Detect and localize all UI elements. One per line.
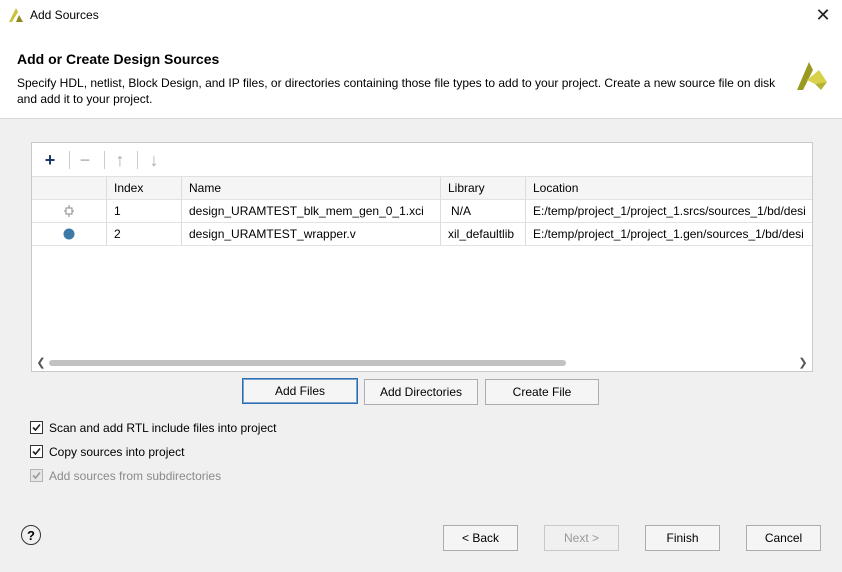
row-location: E:/temp/project_1/project_1.gen/sources_… [533, 227, 804, 241]
add-directories-button[interactable]: Add Directories [364, 379, 478, 405]
row-icon-cell [32, 223, 107, 245]
toolbar-separator [69, 151, 70, 169]
checkmark-icon [32, 447, 41, 456]
checkmark-icon [32, 423, 41, 432]
scroll-left-icon[interactable]: ❮ [34, 356, 48, 370]
vivado-logo-icon [797, 62, 827, 90]
row-icon-cell [32, 200, 107, 222]
row-index: 2 [107, 223, 182, 245]
sources-table-panel: + − ↑ ↓ Index Name Library Location 1 de… [31, 142, 813, 372]
row-index: 1 [107, 200, 182, 222]
toolbar-separator [104, 151, 105, 169]
table-toolbar: + − ↑ ↓ [32, 143, 812, 177]
scan-rtl-include-label: Scan and add RTL include files into proj… [49, 421, 277, 435]
column-header-name[interactable]: Name [182, 177, 441, 199]
window-title: Add Sources [30, 8, 99, 22]
header-divider [0, 118, 842, 119]
row-name: design_URAMTEST_blk_mem_gen_0_1.xci [182, 200, 441, 222]
minus-icon: − [79, 150, 91, 170]
add-subdirectories-label: Add sources from subdirectories [49, 469, 222, 483]
arrow-down-icon: ↓ [149, 150, 159, 170]
checkmark-icon [32, 471, 41, 480]
table-header: Index Name Library Location [32, 177, 812, 200]
scan-rtl-include-checkbox[interactable] [30, 421, 43, 434]
close-icon: ✕ [815, 5, 831, 25]
column-header-index[interactable]: Index [107, 177, 182, 199]
add-source-button[interactable]: + [39, 149, 61, 171]
help-button[interactable]: ? [21, 525, 41, 545]
row-library[interactable]: N/A [441, 200, 526, 222]
move-up-button[interactable]: ↑ [109, 149, 131, 171]
column-header-location[interactable]: Location [526, 177, 812, 199]
help-icon: ? [27, 528, 35, 543]
create-file-button[interactable]: Create File [485, 379, 599, 405]
row-name: design_URAMTEST_wrapper.v [182, 223, 441, 245]
scrollbar-thumb[interactable] [49, 360, 566, 366]
close-button[interactable]: ✕ [810, 3, 836, 27]
copy-sources-checkbox[interactable] [30, 445, 43, 458]
plus-icon: + [44, 150, 56, 170]
scroll-right-icon[interactable]: ❯ [796, 356, 810, 370]
add-files-button[interactable]: Add Files [242, 378, 358, 404]
dialog-header: Add or Create Design Sources Specify HDL… [0, 31, 842, 118]
remove-source-button[interactable]: − [74, 149, 96, 171]
copy-sources-label: Copy sources into project [49, 445, 185, 459]
title-bar: Add Sources ✕ [0, 0, 842, 31]
row-location: E:/temp/project_1/project_1.srcs/sources… [533, 204, 806, 218]
page-title: Add or Create Design Sources [17, 51, 220, 67]
table-row[interactable]: 2 design_URAMTEST_wrapper.v xil_defaultl… [32, 223, 812, 246]
finish-button[interactable]: Finish [645, 525, 720, 551]
row-library[interactable]: xil_defaultlib [441, 223, 526, 245]
back-button[interactable]: < Back [443, 525, 518, 551]
next-button[interactable]: Next > [544, 525, 619, 551]
ip-core-icon [64, 205, 74, 217]
column-header-icon[interactable] [32, 177, 107, 199]
toolbar-separator [137, 151, 138, 169]
add-subdirectories-checkbox [30, 469, 43, 482]
vivado-app-icon [9, 8, 23, 22]
move-down-button[interactable]: ↓ [143, 149, 165, 171]
page-description: Specify HDL, netlist, Block Design, and … [17, 76, 776, 106]
column-header-library[interactable]: Library [441, 177, 526, 199]
cancel-button[interactable]: Cancel [746, 525, 821, 551]
hdl-file-icon [63, 228, 75, 240]
arrow-up-icon: ↑ [115, 150, 125, 170]
table-row[interactable]: 1 design_URAMTEST_blk_mem_gen_0_1.xci N/… [32, 200, 812, 223]
horizontal-scrollbar[interactable]: ❮ ❯ [32, 356, 812, 370]
